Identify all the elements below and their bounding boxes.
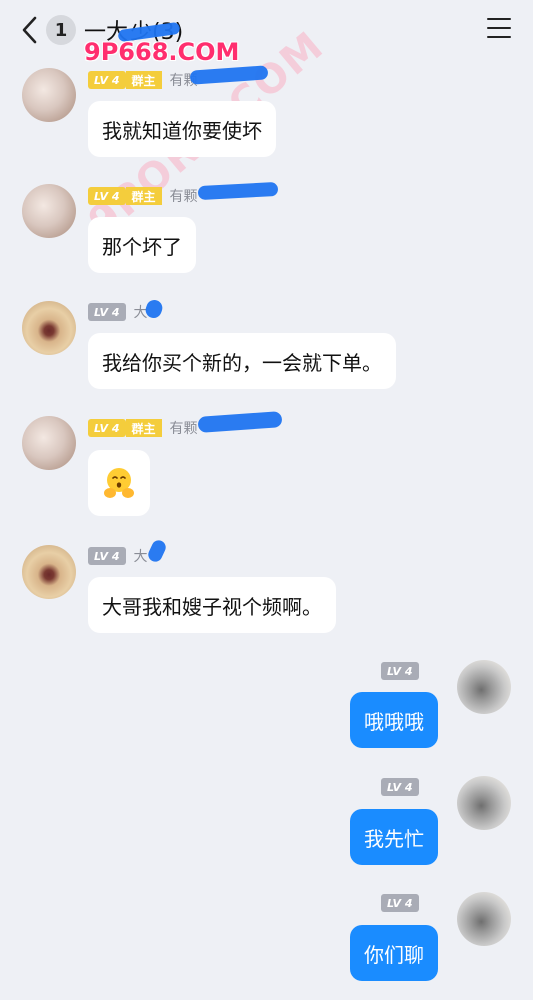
avatar[interactable] [457,776,511,830]
level-badge: LV 4 [88,547,126,565]
sender-name: 大 [133,549,148,565]
redaction-scribble [197,181,279,201]
message-bubble-mine[interactable]: 哦哦哦 [350,692,438,748]
avatar[interactable] [22,416,76,470]
avatar[interactable] [22,184,76,238]
message-bubble[interactable]: 我给你买个新的，一会就下单。 [88,333,396,389]
watermark-logo: 9P668.COM [84,38,240,66]
avatar[interactable] [22,68,76,122]
message-bubble[interactable]: 大哥我和嫂子视个频啊。 [88,577,336,633]
sender-name: 有颗 [169,189,198,205]
level-badge: LV 4 [381,778,419,796]
redaction-scribble [197,411,283,433]
level-badge: LV 4 [88,187,126,205]
message-bubble-mine[interactable]: 我先忙 [350,809,438,865]
message-meta: LV 4 群主 有颗 [88,418,198,438]
role-badge: 群主 [125,187,162,205]
message-bubble[interactable]: 那个坏了 [88,217,196,273]
back-arrow-icon[interactable] [18,14,42,46]
avatar[interactable] [457,892,511,946]
role-badge: 群主 [125,71,162,89]
message-meta: LV 4 群主 有颗 [88,186,198,206]
sender-name: 有颗 [169,421,198,437]
role-badge: 群主 [125,419,162,437]
message-bubble-emoji[interactable] [88,450,150,516]
message-meta: LV 4 大 [88,546,148,566]
chat-header: 1 一大 少(3) [0,0,533,60]
message-bubble[interactable]: 我就知道你要使坏 [88,101,276,157]
avatar[interactable] [22,301,76,355]
hugging-face-emoji-icon [104,468,134,498]
level-badge: LV 4 [88,303,126,321]
message-meta: LV 4 [381,893,419,913]
message-meta: LV 4 大 [88,302,148,322]
level-badge: LV 4 [88,71,126,89]
redaction-scribble [146,538,168,564]
message-bubble-mine[interactable]: 你们聊 [350,925,438,981]
menu-icon[interactable] [487,18,511,40]
level-badge: LV 4 [88,419,126,437]
avatar[interactable] [457,660,511,714]
level-badge: LV 4 [381,662,419,680]
avatar[interactable] [22,545,76,599]
message-meta: LV 4 群主 有颗 [88,70,198,90]
unread-count-badge[interactable]: 1 [46,15,76,45]
message-meta: LV 4 [381,661,419,681]
message-meta: LV 4 [381,777,419,797]
level-badge: LV 4 [381,894,419,912]
